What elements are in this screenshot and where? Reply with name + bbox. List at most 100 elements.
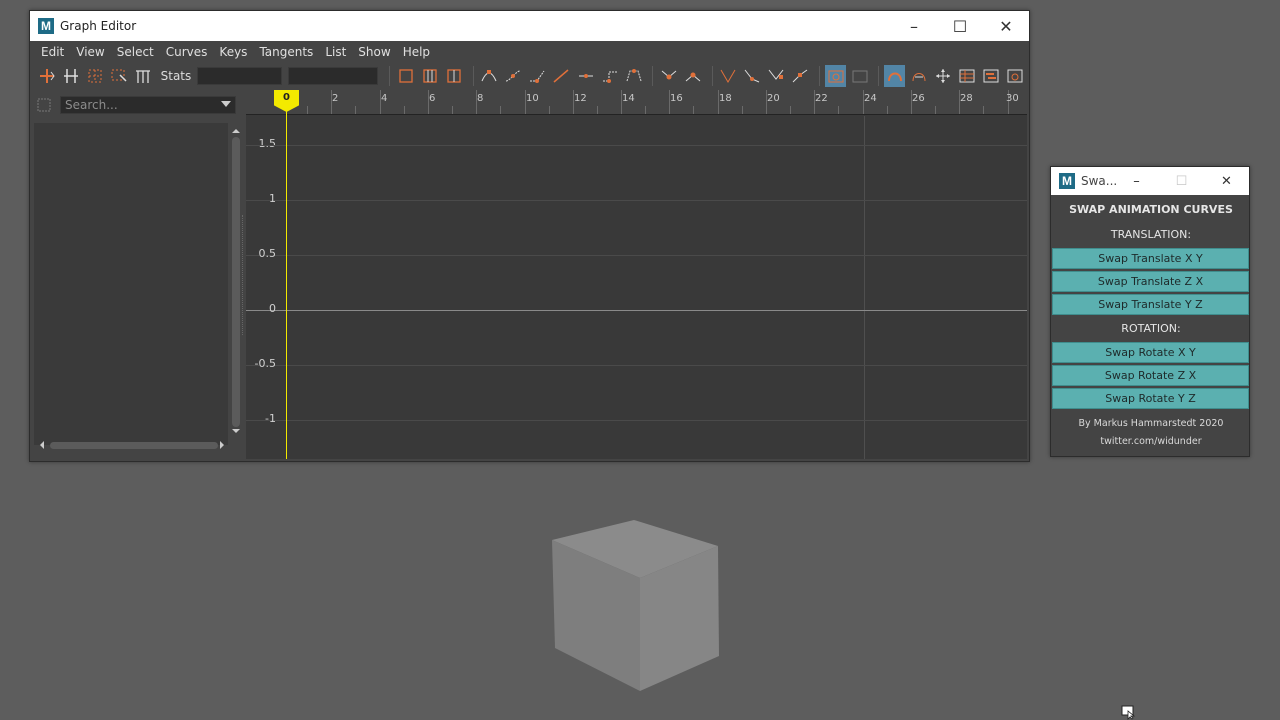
frame-selection-icon[interactable]: [419, 65, 440, 87]
maya-logo-icon: M: [38, 18, 54, 34]
close-button[interactable]: ✕: [1204, 167, 1249, 195]
menu-edit[interactable]: Edit: [35, 45, 70, 59]
toolbar-divider: [472, 66, 474, 86]
menu-list[interactable]: List: [319, 45, 352, 59]
value-axis-label: 1: [269, 192, 276, 205]
unify-tangents-icon[interactable]: [682, 65, 703, 87]
clamped-tangent-icon[interactable]: [527, 65, 548, 87]
swap-translate-xy-button[interactable]: Swap Translate X Y: [1052, 248, 1249, 269]
menu-help[interactable]: Help: [397, 45, 436, 59]
chevron-down-icon[interactable]: [221, 101, 231, 107]
menu-select[interactable]: Select: [111, 45, 160, 59]
lattice-icon[interactable]: [84, 65, 105, 87]
plateau-tangent-icon[interactable]: [623, 65, 644, 87]
dope-sheet-icon[interactable]: [1005, 65, 1026, 87]
non-weighted-tangents-icon[interactable]: [790, 65, 811, 87]
toolbar-divider: [878, 66, 880, 86]
minimize-button[interactable]: –: [1114, 167, 1159, 195]
close-button[interactable]: ✕: [983, 11, 1029, 41]
ruler-minor-tick: [693, 106, 694, 114]
outliner-horizontal-scrollbar[interactable]: [38, 439, 228, 451]
value-axis-label: -1: [265, 412, 276, 425]
ruler-tick-label: 8: [477, 93, 484, 104]
frame-all-icon[interactable]: [395, 65, 416, 87]
ruler-minor-tick: [935, 106, 936, 114]
toolbar-divider: [819, 66, 820, 86]
maximize-button: ☐: [1175, 173, 1188, 189]
region-select-icon[interactable]: [108, 65, 129, 87]
retime-icon[interactable]: [133, 65, 154, 87]
toolbar-divider: [652, 66, 654, 86]
ruler-minor-tick: [790, 106, 791, 114]
current-time-indicator[interactable]: [286, 90, 287, 459]
time-ruler[interactable]: 2 4 6 8 10 12 14 16 18 20 22 24 26 28 30: [246, 90, 1027, 115]
credit-text: By Markus Hammarstedt 2020: [1078, 418, 1224, 429]
graph-view[interactable]: 2 4 6 8 10 12 14 16 18 20 22 24 26 28 30 1.5 1 0.5 0 -0.5-…: [246, 90, 1027, 459]
outliner-vertical-scrollbar[interactable]: [230, 127, 242, 441]
insert-key-icon[interactable]: [60, 65, 81, 87]
swap-translate-yz-button[interactable]: Swap Translate Y Z: [1052, 294, 1249, 315]
swap-rotate-yz-button[interactable]: Swap Rotate Y Z: [1052, 388, 1249, 409]
menu-tangents[interactable]: Tangents: [253, 45, 319, 59]
cube-mesh[interactable]: [548, 518, 723, 693]
toolbar-divider: [711, 66, 713, 86]
flat-tangent-icon[interactable]: [575, 65, 596, 87]
weighted-tangents-icon[interactable]: [766, 65, 787, 87]
linear-tangent-icon[interactable]: [551, 65, 572, 87]
ruler-tick-label: 16: [670, 93, 683, 104]
window-title: Swa...: [1081, 174, 1118, 188]
free-tangent-weight-icon[interactable]: [718, 65, 739, 87]
ruler-minor-tick: [838, 106, 839, 114]
load-selected-icon[interactable]: [849, 65, 870, 87]
swap-buffer-icon[interactable]: [908, 65, 929, 87]
ruler-tick-label: 18: [719, 93, 732, 104]
ruler-minor-tick: [887, 106, 888, 114]
break-tangents-icon[interactable]: [658, 65, 679, 87]
minimize-button[interactable]: –: [891, 11, 937, 41]
channel-box-icon[interactable]: [957, 65, 978, 87]
value-axis-label: 0.5: [258, 247, 277, 260]
outliner-list[interactable]: [34, 123, 228, 445]
ruler-tick-label: 14: [622, 93, 635, 104]
maximize-button[interactable]: ☐: [937, 11, 983, 41]
menu-view[interactable]: View: [70, 45, 110, 59]
time-editor-icon[interactable]: [981, 65, 1002, 87]
swap-rotate-xy-button[interactable]: Swap Rotate X Y: [1052, 342, 1249, 363]
curve-outliner: Search...: [34, 93, 242, 461]
ruler-minor-tick: [549, 106, 550, 114]
grid-horizontal-line: [246, 145, 1027, 146]
maya-logo-icon: M: [1059, 173, 1075, 189]
menu-curves[interactable]: Curves: [160, 45, 214, 59]
graph-toolbar: Stats: [30, 63, 1029, 89]
frame-playback-icon[interactable]: [443, 65, 464, 87]
twitter-link[interactable]: twitter.com/widunder: [1051, 436, 1251, 447]
stats-time-field[interactable]: [197, 67, 282, 85]
swap-curves-window: M Swa... – ☐ ✕ SWAP ANIMATION CURVES TRA…: [1050, 166, 1250, 457]
swap-rotate-zx-button[interactable]: Swap Rotate Z X: [1052, 365, 1249, 386]
ruler-tick-label: 20: [767, 93, 780, 104]
step-tangent-icon[interactable]: [599, 65, 620, 87]
scrollbar-thumb[interactable]: [50, 442, 218, 449]
auto-tangent-icon[interactable]: [478, 65, 499, 87]
panel-splitter[interactable]: [242, 215, 245, 335]
ruler-minor-tick: [983, 106, 984, 114]
auto-load-icon[interactable]: [824, 65, 847, 87]
search-input[interactable]: Search...: [60, 96, 236, 114]
menu-show[interactable]: Show: [352, 45, 396, 59]
buffer-curve-icon[interactable]: [884, 65, 906, 87]
ruler-tick-label: 24: [864, 93, 877, 104]
move-key-icon[interactable]: [36, 65, 57, 87]
scrollbar-thumb[interactable]: [232, 137, 240, 427]
lock-tangent-weight-icon[interactable]: [742, 65, 763, 87]
spline-tangent-icon[interactable]: [503, 65, 524, 87]
filter-icon[interactable]: [34, 95, 54, 115]
swap-titlebar[interactable]: M Swa... – ☐ ✕: [1051, 167, 1249, 195]
panel-heading: SWAP ANIMATION CURVES: [1069, 203, 1233, 216]
grid-vertical-line: [864, 116, 865, 459]
normalize-icon[interactable]: [932, 65, 953, 87]
swap-translate-zx-button[interactable]: Swap Translate Z X: [1052, 271, 1249, 292]
menu-keys[interactable]: Keys: [213, 45, 253, 59]
graph-editor-titlebar[interactable]: M Graph Editor – ☐ ✕: [30, 11, 1029, 41]
stats-value-field[interactable]: [287, 67, 379, 85]
window-title: Graph Editor: [60, 19, 137, 33]
